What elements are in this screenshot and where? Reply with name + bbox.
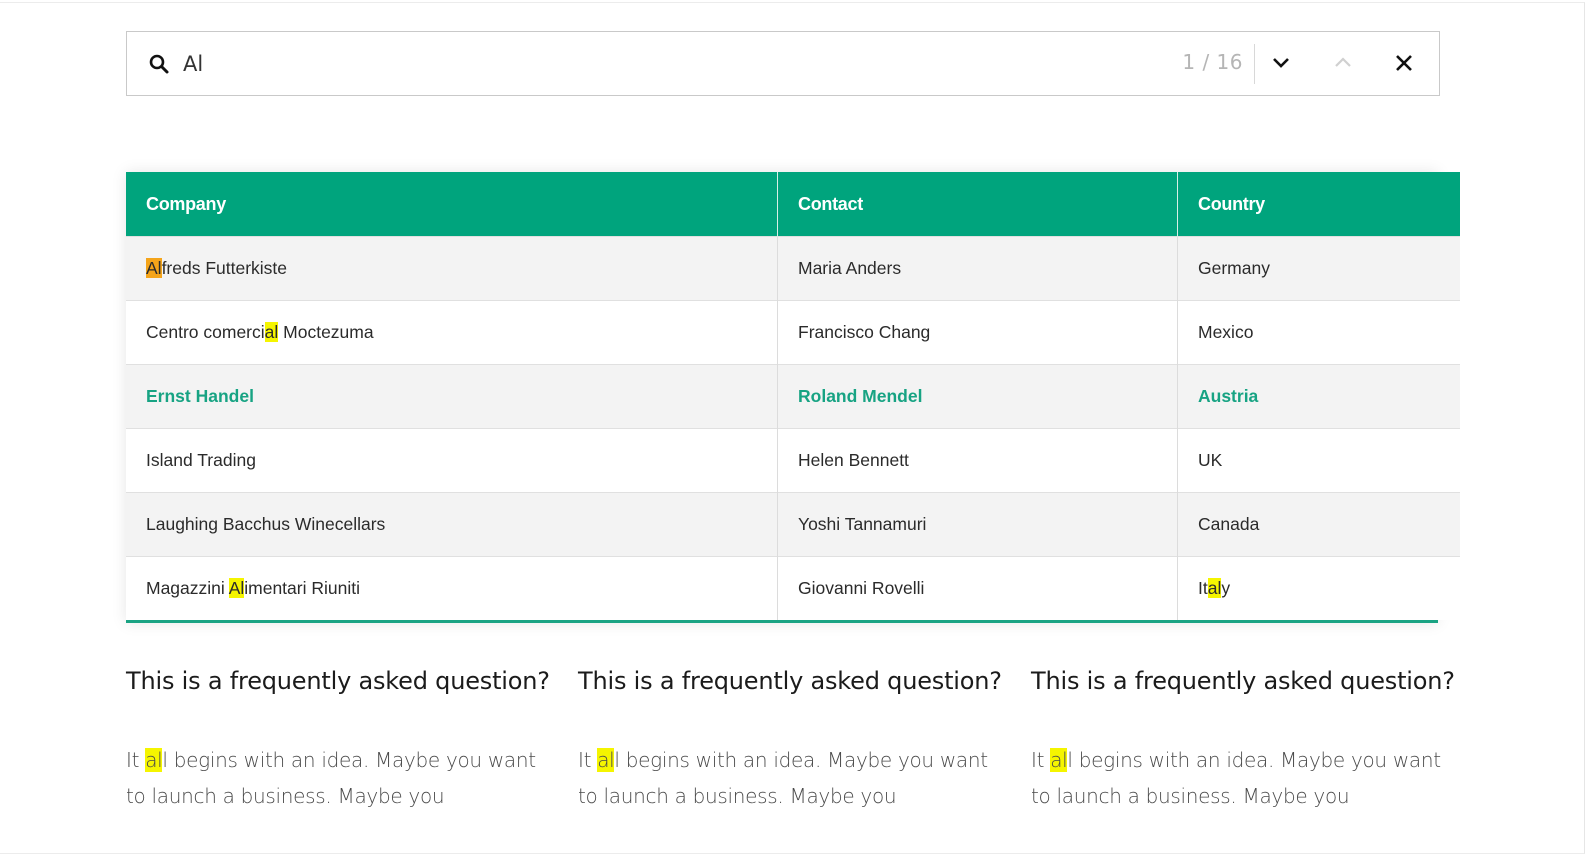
answer-text: It bbox=[1031, 748, 1051, 772]
contact-cell: Yoshi Tannamuri bbox=[777, 492, 1178, 557]
cell-text: Ernst Handel bbox=[146, 386, 254, 406]
column-header-country: Country bbox=[1177, 172, 1460, 237]
table-row[interactable]: Alfreds Futterkiste Maria Anders Germany bbox=[126, 236, 1460, 301]
next-match-button[interactable] bbox=[1264, 46, 1298, 80]
search-highlight: al bbox=[597, 748, 615, 772]
column-header-contact: Contact bbox=[777, 172, 1178, 237]
cell-text: It bbox=[1198, 578, 1208, 598]
contact-cell: Maria Anders bbox=[777, 236, 1178, 301]
cell-text: Germany bbox=[1198, 258, 1270, 278]
close-icon bbox=[1396, 55, 1412, 71]
cell-text: Mexico bbox=[1198, 322, 1254, 342]
cell-text: freds Futterkiste bbox=[161, 258, 288, 278]
answer-text: l begins with an idea. Maybe you want to… bbox=[126, 748, 536, 808]
faq-question: This is a frequently asked question? bbox=[578, 667, 1002, 695]
faq-question: This is a frequently asked question? bbox=[126, 667, 550, 695]
faq-item: This is a frequently asked question? It … bbox=[1031, 664, 1461, 814]
faq-answer: It all begins with an idea. Maybe you wa… bbox=[578, 742, 1008, 814]
faq-question: This is a frequently asked question? bbox=[1031, 667, 1455, 695]
contact-cell: Helen Bennett bbox=[777, 428, 1178, 493]
table-row[interactable]: Centro comercial Moctezuma Francisco Chan… bbox=[126, 300, 1460, 365]
cell-text: Laughing Bacchus Winecellars bbox=[146, 514, 386, 534]
faq-answer: It all begins with an idea. Maybe you wa… bbox=[1031, 742, 1461, 814]
find-bar: 1 / 16 bbox=[126, 31, 1440, 96]
answer-text: l begins with an idea. Maybe you want to… bbox=[1031, 748, 1441, 808]
faq-answer: It all begins with an idea. Maybe you wa… bbox=[126, 742, 556, 814]
table-row[interactable]: Magazzini Alimentari Riuniti Giovanni Rov… bbox=[126, 556, 1460, 620]
chevron-up-icon bbox=[1335, 57, 1351, 67]
company-cell: Centro comercial Moctezuma bbox=[126, 300, 778, 365]
search-highlight: al bbox=[264, 322, 279, 342]
table-header-row: Company Contact Country bbox=[126, 172, 1460, 237]
table-row[interactable]: Island Trading Helen Bennett UK bbox=[126, 428, 1460, 493]
cell-text: Austria bbox=[1198, 386, 1259, 406]
faq-item: This is a frequently asked question? It … bbox=[578, 664, 1008, 814]
country-cell: Canada bbox=[1177, 492, 1460, 557]
cell-text: imentari Riuniti bbox=[244, 578, 360, 598]
country-cell: UK bbox=[1177, 428, 1460, 493]
cell-text: Centro comerci bbox=[146, 322, 265, 342]
answer-text: l begins with an idea. Maybe you want to… bbox=[578, 748, 988, 808]
country-cell: Austria bbox=[1177, 364, 1460, 429]
search-highlight: al bbox=[1207, 578, 1222, 598]
cell-text: y bbox=[1221, 578, 1231, 598]
company-cell: Alfreds Futterkiste bbox=[126, 236, 778, 301]
current-search-highlight: Al bbox=[146, 258, 162, 278]
column-header-company: Company bbox=[126, 172, 778, 237]
previous-match-button[interactable] bbox=[1326, 46, 1360, 80]
find-input[interactable] bbox=[183, 46, 1183, 82]
search-icon bbox=[149, 54, 169, 74]
table-row[interactable]: Ernst Handel Roland Mendel Austria bbox=[126, 364, 1460, 429]
search-highlight: Al bbox=[228, 578, 245, 598]
contact-cell: Francisco Chang bbox=[777, 300, 1178, 365]
company-cell: Magazzini Alimentari Riuniti bbox=[126, 556, 778, 620]
country-cell: Italy bbox=[1177, 556, 1460, 620]
close-find-button[interactable] bbox=[1387, 46, 1421, 80]
search-highlight: al bbox=[145, 748, 163, 772]
contact-cell: Roland Mendel bbox=[777, 364, 1178, 429]
customers-table: Company Contact Country Alfreds Futterki… bbox=[126, 172, 1460, 623]
chevron-down-icon bbox=[1273, 58, 1289, 68]
table-row[interactable]: Laughing Bacchus Winecellars Yoshi Tannam… bbox=[126, 492, 1460, 557]
cell-text: Moctezuma bbox=[278, 322, 374, 342]
cell-text: Magazzini bbox=[146, 578, 229, 598]
faq-item: This is a frequently asked question? It … bbox=[126, 664, 556, 814]
cell-text: UK bbox=[1198, 450, 1223, 470]
company-cell: Laughing Bacchus Winecellars bbox=[126, 492, 778, 557]
cell-text: Island Trading bbox=[146, 450, 256, 470]
answer-text: It bbox=[126, 748, 146, 772]
company-cell: Island Trading bbox=[126, 428, 778, 493]
country-cell: Mexico bbox=[1177, 300, 1460, 365]
search-highlight: al bbox=[1050, 748, 1068, 772]
answer-text: It bbox=[578, 748, 598, 772]
match-count: 1 / 16 bbox=[1182, 50, 1243, 74]
company-cell: Ernst Handel bbox=[126, 364, 778, 429]
country-cell: Germany bbox=[1177, 236, 1460, 301]
find-divider bbox=[1254, 44, 1255, 84]
contact-cell: Giovanni Rovelli bbox=[777, 556, 1178, 620]
cell-text: Canada bbox=[1198, 514, 1260, 534]
